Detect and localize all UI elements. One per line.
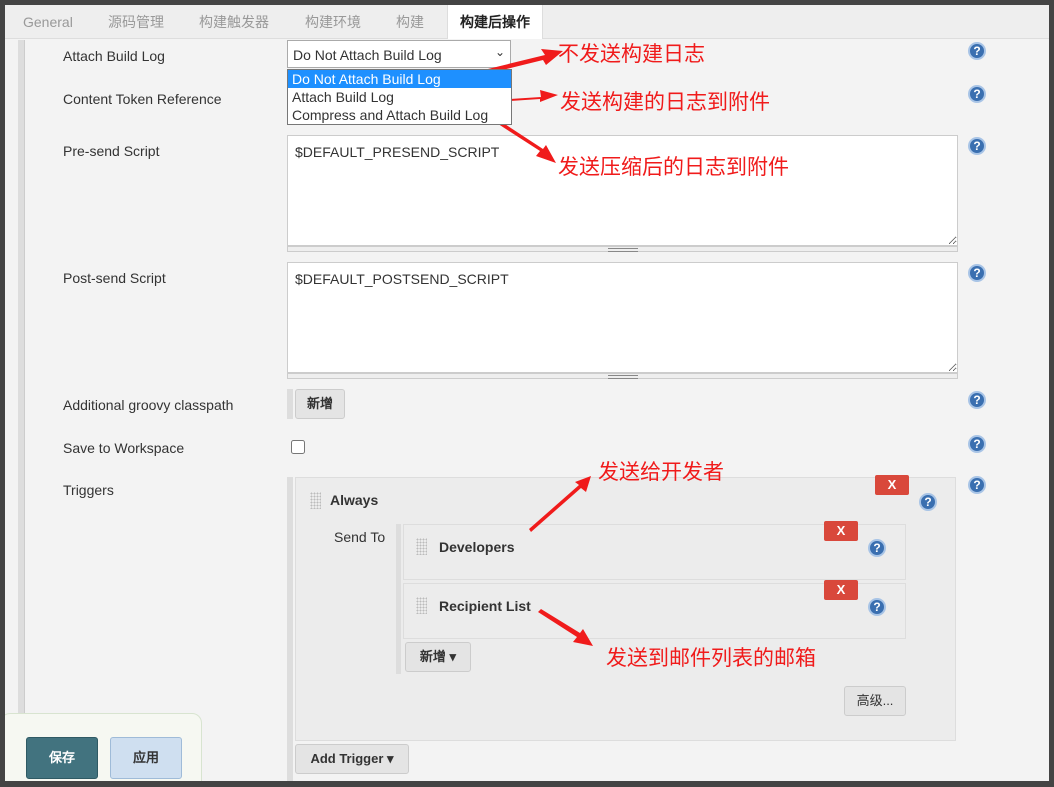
annotation-text: 发送给开发者 (598, 461, 724, 484)
annotation-arrows (447, 49, 593, 646)
arrow-2 (510, 90, 558, 102)
option-do-not-attach[interactable]: Do Not Attach Build Log (288, 70, 511, 88)
arrow-4 (529, 476, 591, 532)
annotation-text: 发送压缩后的日志到附件 (558, 156, 789, 179)
arrow-5 (538, 609, 593, 646)
option-compress-attach[interactable]: Compress and Attach Build Log (288, 106, 511, 124)
attach-build-log-options: Do Not Attach Build Log Attach Build Log… (287, 69, 512, 125)
annotation-text: 发送构建的日志到附件 (560, 91, 770, 114)
option-attach[interactable]: Attach Build Log (288, 88, 511, 106)
jenkins-config-page: General 源码管理 构建触发器 构建环境 构建 构建后操作 Attach … (5, 5, 1049, 781)
annotation-text: 不发送构建日志 (558, 43, 705, 66)
annotation-text: 发送到邮件列表的邮箱 (606, 647, 816, 670)
